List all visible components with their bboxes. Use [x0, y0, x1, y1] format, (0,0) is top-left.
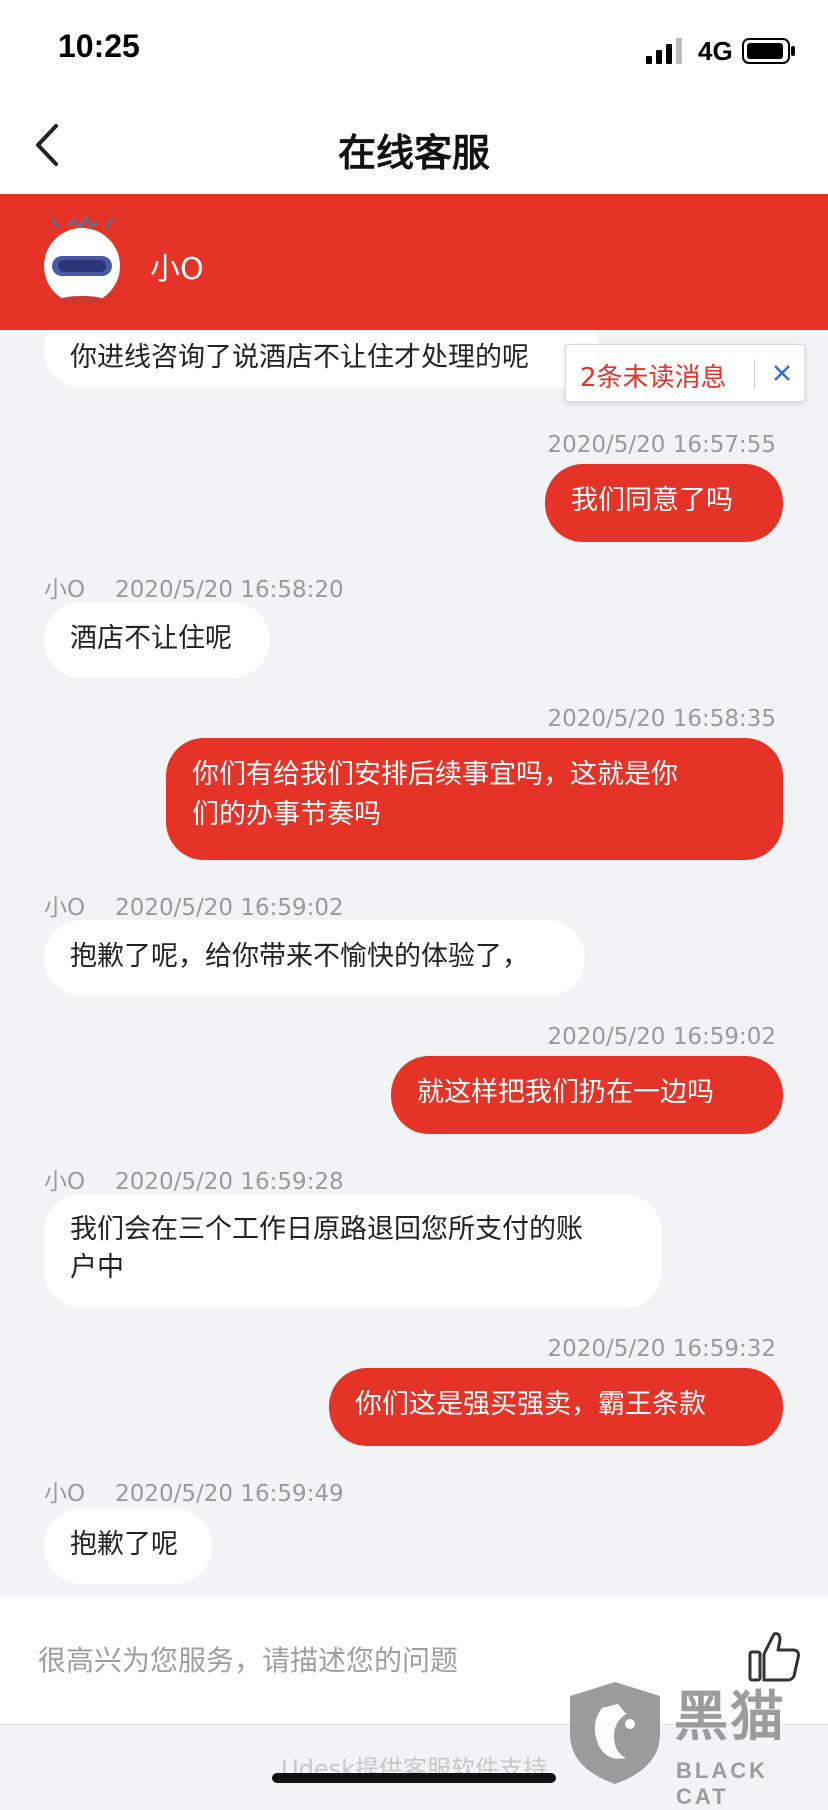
- message-timestamp: 2020/5/20 16:59:32: [547, 1336, 776, 1362]
- message-meta: 小O 2020/5/20 16:59:49: [44, 1474, 344, 1508]
- sender-name: 小O: [44, 895, 86, 921]
- message-text: 你们这是强买强卖，霸王条款: [355, 1389, 706, 1420]
- nav-bar: 在线客服: [0, 96, 828, 194]
- message-bubble-agent: 你进线咨询了说酒店不让住才处理的呢: [44, 330, 600, 388]
- message-timestamp: 2020/5/20 16:59:28: [115, 1169, 344, 1195]
- sender-name: 小O: [44, 1481, 86, 1507]
- message-text: 酒店不让住呢: [70, 623, 232, 654]
- message-text-line: 我们会在三个工作日原路退回您所支付的账: [70, 1214, 583, 1245]
- message-timestamp: 2020/5/20 16:57:55: [547, 432, 776, 458]
- chat-message-list[interactable]: 你进线咨询了说酒店不让住才处理的呢 2条未读消息 2020/5/20 16:57…: [0, 330, 828, 1596]
- page-title: 在线客服: [337, 131, 490, 175]
- agent-header: 小O: [0, 194, 828, 330]
- watermark: 黑猫 BLACK CAT: [556, 1672, 828, 1809]
- message-meta: 小O 2020/5/20 16:59:02: [44, 888, 344, 922]
- message-text-line: 户中: [70, 1252, 124, 1283]
- agent-name: 小O: [150, 252, 204, 287]
- message-timestamp: 2020/5/20 16:58:35: [547, 706, 776, 732]
- watermark-text: 黑猫: [674, 1685, 786, 1748]
- message-bubble-agent: 酒店不让住呢: [44, 602, 270, 678]
- message-text: 你进线咨询了说酒店不让住才处理的呢: [70, 342, 529, 373]
- network-type: 4G: [698, 36, 733, 66]
- message-bubble-user: 就这样把我们扔在一边吗: [391, 1056, 783, 1134]
- battery-icon: [742, 38, 795, 64]
- message-bubble-user: 我们同意了吗: [545, 464, 783, 542]
- robot-avatar-icon: [44, 215, 120, 304]
- message-bubble-agent: 抱歉了呢，给你带来不愉快的体验了，: [44, 920, 585, 996]
- close-x-icon[interactable]: [764, 355, 800, 391]
- message-text-line: 们的办事节奏吗: [192, 799, 381, 830]
- message-bubble-user: 你们有给我们安排后续事宜吗，这就是你 们的办事节奏吗: [166, 738, 783, 860]
- home-indicator[interactable]: [272, 1773, 556, 1783]
- message-timestamp: 2020/5/20 16:59:02: [115, 895, 344, 921]
- unread-messages-banner[interactable]: 2条未读消息: [565, 344, 805, 402]
- sender-name: 小O: [44, 1169, 86, 1195]
- watermark-subtext: BLACK CAT: [676, 1758, 768, 1809]
- message-timestamp: 2020/5/20 16:59:02: [547, 1024, 776, 1050]
- message-timestamp: 2020/5/20 16:58:20: [115, 577, 344, 603]
- signal-bars-icon: [646, 38, 682, 64]
- sender-name: 小O: [44, 577, 86, 603]
- black-cat-shield-icon: [570, 1682, 660, 1784]
- message-text: 抱歉了呢: [70, 1529, 178, 1560]
- divider: [754, 359, 755, 389]
- message-text-line: 你们有给我们安排后续事宜吗，这就是你: [192, 759, 678, 790]
- message-text: 我们同意了吗: [571, 485, 733, 516]
- message-text: 就这样把我们扔在一边吗: [417, 1077, 714, 1108]
- status-time: 10:25: [58, 28, 140, 64]
- message-meta: 小O 2020/5/20 16:59:28: [44, 1162, 344, 1196]
- unread-count-label: 2条未读消息: [580, 363, 727, 393]
- status-bar: 10:25 4G: [0, 0, 828, 96]
- message-bubble-agent: 抱歉了呢: [44, 1508, 212, 1584]
- message-timestamp: 2020/5/20 16:59:49: [115, 1481, 344, 1507]
- message-text: 抱歉了呢，给你带来不愉快的体验了，: [70, 941, 529, 972]
- message-meta: 小O 2020/5/20 16:58:20: [44, 570, 344, 604]
- message-bubble-user: 你们这是强买强卖，霸王条款: [329, 1368, 783, 1446]
- message-bubble-agent: 我们会在三个工作日原路退回您所支付的账 户中: [44, 1194, 662, 1308]
